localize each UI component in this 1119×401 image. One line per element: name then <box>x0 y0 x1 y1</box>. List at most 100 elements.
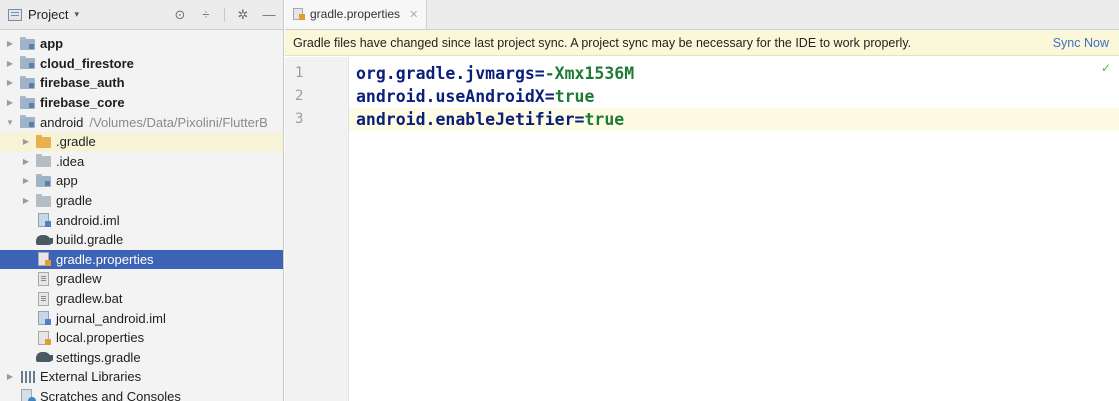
project-panel-tools: ⊙ ÷ ✲ — <box>172 7 277 23</box>
module-folder-icon <box>20 115 36 129</box>
line-number: 1 <box>295 65 304 81</box>
module-folder-icon <box>36 173 52 188</box>
property-value: true <box>584 110 625 129</box>
line-number: 3 <box>295 111 304 127</box>
tree-item-label: build.gradle <box>56 232 124 248</box>
tree-item-android-iml[interactable]: ▶android.iml <box>0 210 283 230</box>
module-folder-icon <box>20 95 36 110</box>
code-line[interactable]: android.useAndroidX=true <box>349 85 1119 108</box>
gradle-elephant-icon <box>36 233 53 247</box>
project-view-label: Project <box>28 7 69 22</box>
tree-item-label: firebase_core <box>40 95 125 111</box>
line-number-gutter: 1 2 3 <box>285 57 349 401</box>
tree-item-label: gradle.properties <box>56 251 154 267</box>
tab-label: gradle.properties <box>310 7 401 21</box>
project-panel: Project ▾ ⊙ ÷ ✲ — ▶ app ▶ cloud_firestore ▶ f… <box>0 0 284 401</box>
tree-item-label: local.properties <box>56 330 145 346</box>
checkmark-icon: ✓ <box>1100 61 1111 75</box>
tree-item-settings-gradle[interactable]: ▶settings.gradle <box>0 348 283 368</box>
property-value: true <box>554 87 595 106</box>
collapse-arrow-icon[interactable]: ▶ <box>4 59 16 68</box>
collapse-arrow-icon[interactable]: ▶ <box>20 176 32 185</box>
tree-item-build-gradle[interactable]: ▶build.gradle <box>0 230 283 250</box>
module-folder-icon <box>20 36 36 51</box>
properties-file-icon <box>36 330 52 345</box>
tree-item-android[interactable]: ▼ android/Volumes/Data/Pixolini/FlutterB <box>0 112 283 132</box>
tree-item-external-libraries[interactable]: ▶ External Libraries <box>0 367 283 387</box>
tree-item-label: Scratches and Consoles <box>40 388 181 401</box>
close-icon[interactable]: ✕ <box>409 8 418 21</box>
code-line[interactable]: org.gradle.jvmargs=-Xmx1536M <box>349 62 1119 85</box>
property-key: android.useAndroidX= <box>356 87 555 106</box>
tree-item-local-properties[interactable]: ▶local.properties <box>0 328 283 348</box>
orange-folder-icon <box>36 134 52 149</box>
folder-icon <box>36 154 52 168</box>
tree-item-label: app <box>56 173 78 189</box>
properties-file-icon <box>293 7 305 21</box>
tree-item-label: gradle <box>56 193 93 209</box>
code-content[interactable]: ✓ org.gradle.jvmargs=-Xmx1536M android.us… <box>349 57 1119 401</box>
text-file-icon <box>36 291 52 306</box>
editor-tab-bar: gradle.properties ✕ <box>285 0 1119 30</box>
scratches-icon <box>20 389 36 401</box>
module-folder-icon <box>20 75 36 90</box>
tree-item-label: settings.gradle <box>56 349 141 365</box>
gear-icon[interactable]: ✲ <box>235 7 251 23</box>
line-number: 2 <box>295 88 304 104</box>
module-folder-icon <box>20 56 36 70</box>
sync-now-link[interactable]: Sync Now <box>1053 36 1109 50</box>
tree-item-cloud-firestore[interactable]: ▶ cloud_firestore <box>0 54 283 74</box>
tree-item-firebase-auth[interactable]: ▶ firebase_auth <box>0 73 283 93</box>
collapse-arrow-icon[interactable]: ▶ <box>4 78 16 87</box>
tree-item-idea[interactable]: ▶ .idea <box>0 152 283 172</box>
collapse-arrow-icon[interactable]: ▶ <box>20 137 32 146</box>
tree-item-gradle-properties[interactable]: ▶gradle.properties <box>0 249 283 270</box>
chevron-down-icon: ▾ <box>74 9 79 19</box>
tree-item-journal-android-iml[interactable]: ▶journal_android.iml <box>0 308 283 328</box>
tree-item-label: android <box>40 114 84 130</box>
tree-item-label: app <box>40 36 64 52</box>
tree-item-label: gradlew <box>56 271 102 287</box>
project-view-icon <box>8 8 22 21</box>
tree-item-label: android.iml <box>56 212 120 228</box>
property-key: org.gradle.jvmargs= <box>356 64 545 83</box>
tree-item-scratches-and-consoles[interactable]: ▶Scratches and Consoles <box>0 387 283 401</box>
collapse-icon[interactable]: ÷ <box>198 7 214 23</box>
collapse-arrow-icon[interactable]: ▶ <box>4 372 16 381</box>
tree-item-label: gradlew.bat <box>56 291 123 307</box>
tree-item-label: .gradle <box>56 134 96 150</box>
target-icon[interactable]: ⊙ <box>172 7 188 23</box>
properties-file-icon <box>36 252 52 267</box>
tree-item-label: firebase_auth <box>40 75 125 91</box>
code-editor[interactable]: 123 ✓ org.gradle.jvmargs=-Xmx1536M androi… <box>285 57 1119 401</box>
text-file-icon <box>36 271 52 286</box>
tree-item-gradle[interactable]: ▶ .gradle <box>0 131 283 152</box>
property-value: -Xmx1536M <box>544 64 635 83</box>
collapse-arrow-icon[interactable]: ▶ <box>20 196 32 205</box>
tree-item-gradlew[interactable]: ▶gradlew <box>0 269 283 289</box>
toolbar-divider <box>224 7 225 22</box>
tree-item-label: .idea <box>56 153 85 169</box>
code-line[interactable]: android.enableJetifier=true <box>349 108 1119 131</box>
expand-arrow-icon[interactable]: ▼ <box>4 118 16 127</box>
tab-gradle-properties[interactable]: gradle.properties ✕ <box>285 0 428 29</box>
gradle-sync-banner: Gradle files have changed since last pro… <box>285 30 1119 56</box>
collapse-arrow-icon[interactable]: ▶ <box>4 98 16 107</box>
collapse-arrow-icon[interactable]: ▶ <box>20 157 32 166</box>
iml-file-icon <box>36 311 52 326</box>
tree-item-app[interactable]: ▶ app <box>0 171 283 191</box>
tree-item-app[interactable]: ▶ app <box>0 34 283 54</box>
gradle-elephant-icon <box>36 350 53 364</box>
editor-area: gradle.properties ✕ Gradle files have ch… <box>285 0 1119 401</box>
iml-file-icon <box>36 213 52 228</box>
property-key: android.enableJetifier= <box>356 110 585 129</box>
minimize-icon[interactable]: — <box>261 7 277 23</box>
libraries-icon <box>20 370 36 384</box>
project-panel-header: Project ▾ ⊙ ÷ ✲ — <box>0 0 283 30</box>
collapse-arrow-icon[interactable]: ▶ <box>4 39 16 48</box>
tree-item-gradlew-bat[interactable]: ▶gradlew.bat <box>0 289 283 309</box>
tree-item-firebase-core[interactable]: ▶ firebase_core <box>0 93 283 113</box>
project-tree: ▶ app ▶ cloud_firestore ▶ firebase_auth ▶ fireb… <box>0 30 283 401</box>
project-view-selector[interactable]: Project ▾ <box>8 7 79 22</box>
tree-item-gradle[interactable]: ▶ gradle <box>0 191 283 211</box>
